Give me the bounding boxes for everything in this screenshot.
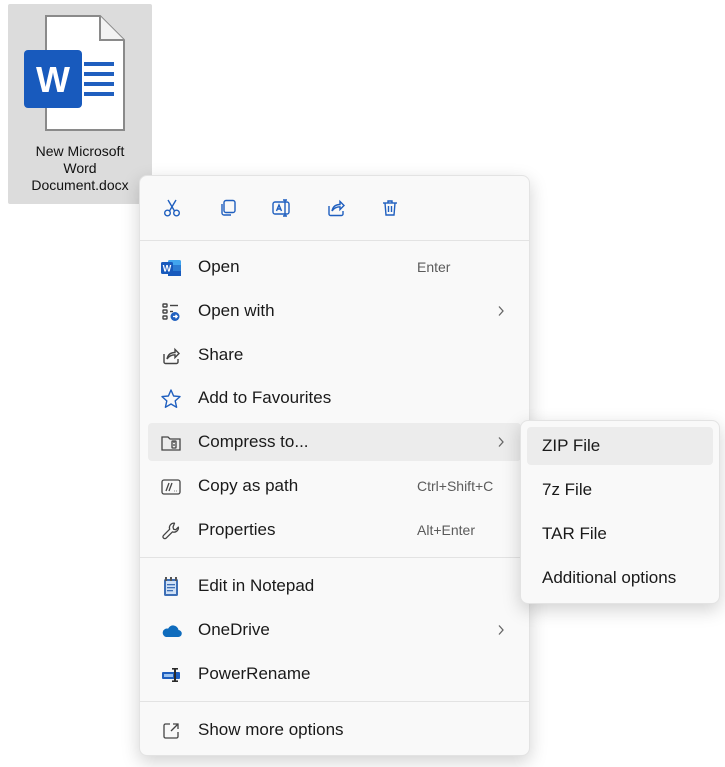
open-with-icon <box>160 301 182 323</box>
menu-separator <box>140 557 529 558</box>
menu-item-label: PowerRename <box>198 664 311 683</box>
menu-item-label: Share <box>198 345 244 364</box>
shortcut-label: Ctrl+Shift+C <box>417 478 494 494</box>
menu-item-label: OneDrive <box>198 620 270 639</box>
notepad-icon <box>160 576 182 598</box>
desktop-file-item[interactable]: W New Microsoft Word Document.docx <box>8 4 152 204</box>
chevron-right-icon <box>494 303 508 319</box>
submenu-item-tar-file[interactable]: TAR File <box>527 515 713 553</box>
compress-submenu: ZIP File 7z File TAR File Additional opt… <box>520 420 720 604</box>
rename-icon <box>272 199 290 217</box>
menu-item-label: Open <box>198 257 240 276</box>
copy-icon <box>221 199 236 216</box>
cut-button[interactable] <box>154 190 190 226</box>
menu-item-label: Show more options <box>198 720 344 739</box>
wrench-icon <box>160 520 182 542</box>
submenu-item-zip-file[interactable]: ZIP File <box>527 427 713 465</box>
menu-item-onedrive[interactable]: OneDrive <box>148 611 521 649</box>
file-name-label: New Microsoft Word Document.docx <box>31 143 129 193</box>
submenu-item-label: 7z File <box>542 480 593 499</box>
shortcut-label: Enter <box>417 259 451 275</box>
powerrename-icon <box>160 664 182 686</box>
star-icon <box>160 388 182 410</box>
menu-item-label: Add to Favourites <box>198 388 332 407</box>
menu-item-show-more-options[interactable]: Show more options <box>148 711 521 749</box>
chevron-right-icon <box>494 622 508 638</box>
share-icon <box>328 199 345 217</box>
svg-text:W: W <box>36 59 70 100</box>
menu-item-share[interactable]: Share <box>148 336 521 374</box>
submenu-item-7z-file[interactable]: 7z File <box>527 471 713 509</box>
word-app-icon: W <box>160 257 182 279</box>
menu-item-label: Edit in Notepad <box>198 576 315 595</box>
menu-item-label: Compress to... <box>198 432 309 451</box>
submenu-item-label: TAR File <box>542 524 607 543</box>
zip-folder-icon <box>160 432 182 454</box>
menu-separator <box>140 701 529 702</box>
submenu-item-label: Additional options <box>542 568 677 587</box>
menu-item-add-to-favourites[interactable]: Add to Favourites <box>148 379 521 417</box>
menu-item-compress-to[interactable]: Compress to... <box>148 423 521 461</box>
menu-item-properties[interactable]: Properties Alt+Enter <box>148 511 521 549</box>
delete-button[interactable] <box>372 190 408 226</box>
menu-item-open[interactable]: W Open Enter <box>148 248 521 286</box>
menu-separator <box>140 240 529 241</box>
word-document-icon: W <box>24 15 125 131</box>
menu-item-copy-as-path[interactable]: Copy as path Ctrl+Shift+C <box>148 467 521 505</box>
submenu-item-additional-options[interactable]: Additional options <box>527 559 713 597</box>
chevron-right-icon <box>494 434 508 450</box>
quick-action-bar <box>140 176 529 240</box>
menu-item-open-with[interactable]: Open with <box>148 292 521 330</box>
onedrive-icon <box>160 620 182 642</box>
menu-item-powerrename[interactable]: PowerRename <box>148 655 521 693</box>
submenu-item-label: ZIP File <box>542 436 601 455</box>
delete-icon <box>383 200 397 216</box>
menu-item-edit-in-notepad[interactable]: Edit in Notepad <box>148 567 521 605</box>
context-menu: W Open Enter Open with Share Add to Favo… <box>139 175 530 756</box>
menu-item-label: Open with <box>198 301 275 320</box>
show-more-icon <box>160 720 182 742</box>
share-icon <box>160 345 182 367</box>
copy-path-icon <box>160 476 182 498</box>
menu-item-label: Copy as path <box>198 476 299 495</box>
share-button[interactable] <box>318 190 354 226</box>
menu-item-label: Properties <box>198 520 276 539</box>
rename-button[interactable] <box>264 190 300 226</box>
svg-text:W: W <box>163 264 172 274</box>
copy-button[interactable] <box>210 190 246 226</box>
cut-icon <box>164 199 180 217</box>
shortcut-label: Alt+Enter <box>417 522 475 538</box>
